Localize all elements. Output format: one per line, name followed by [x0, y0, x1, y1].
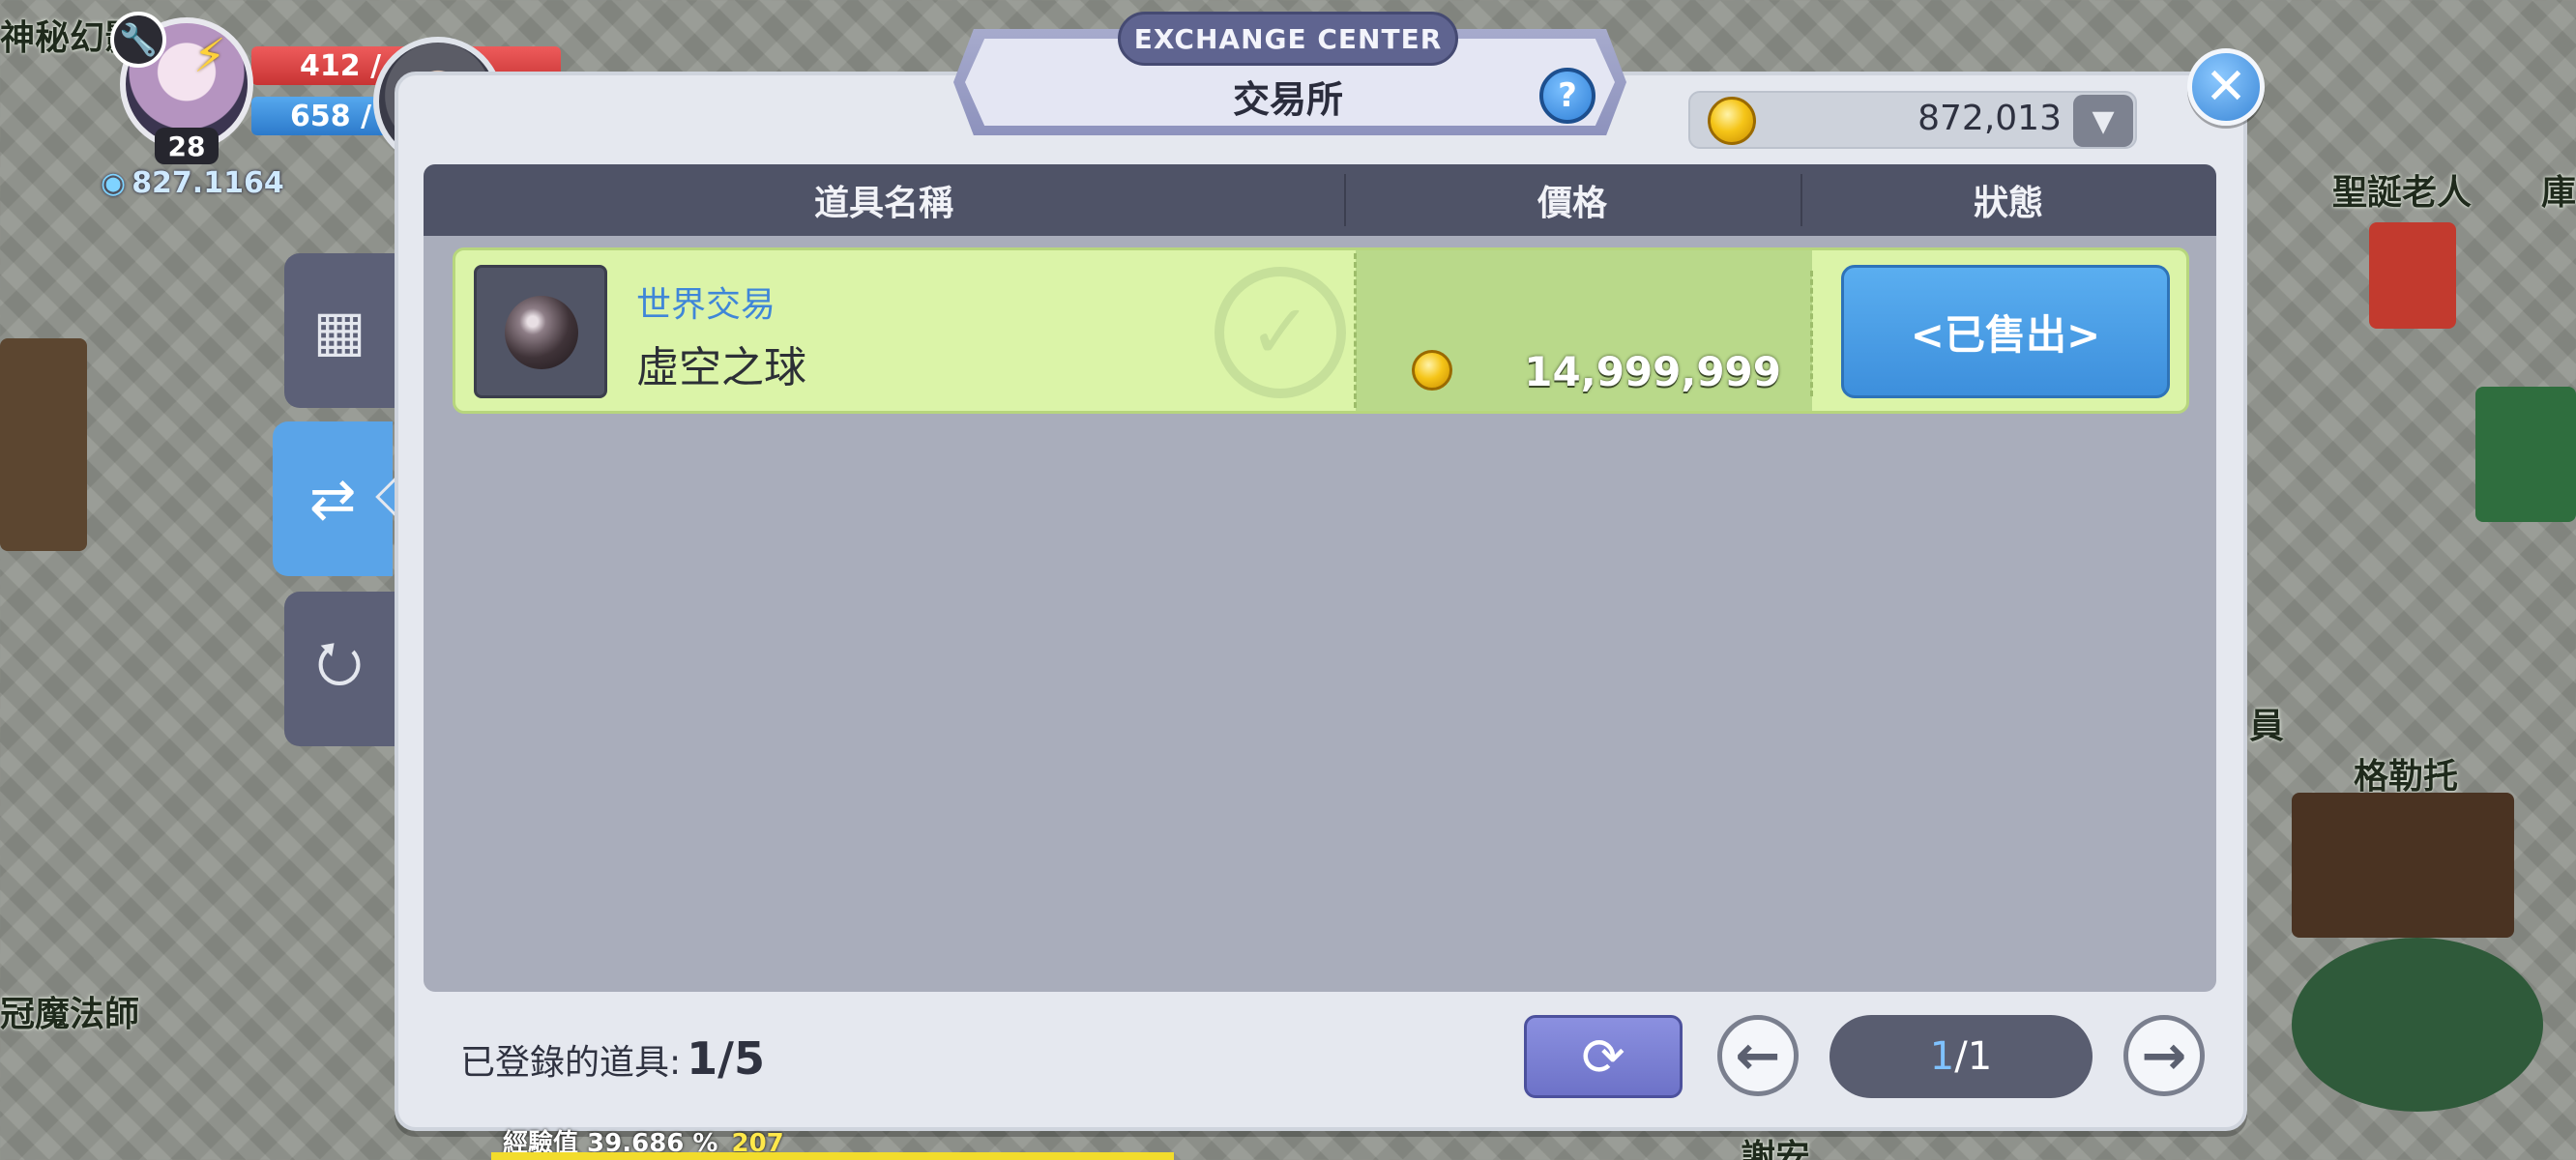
gold-coin-icon: [1412, 350, 1452, 391]
page-indicator: 1/1: [1830, 1015, 2093, 1098]
treasure-chest: [2292, 793, 2514, 938]
checkmark-badge-icon: ✓: [1215, 267, 1346, 398]
help-button[interactable]: ?: [1539, 68, 1595, 124]
money-bag-icon: ⭮: [315, 628, 364, 695]
close-button[interactable]: ✕: [2187, 48, 2265, 126]
status-sold-button[interactable]: <已售出>: [1841, 265, 2170, 398]
page-current: 1: [1929, 1034, 1955, 1079]
npc-label-right-edge: 庫: [2541, 173, 2576, 213]
exp-bar: [491, 1152, 1174, 1160]
npc-label-mage: 冠魔法師: [0, 995, 140, 1034]
refresh-button[interactable]: ⟳: [1524, 1015, 1683, 1098]
ingots-icon: ▦: [312, 298, 366, 363]
gift-pile: [2475, 387, 2576, 522]
gold-amount: 872,013: [1917, 99, 2062, 138]
page-total: /1: [1954, 1034, 1993, 1079]
location-readout: ◉ 827.1164: [101, 166, 284, 200]
location-pin-icon: ◉: [101, 166, 127, 200]
panel-subtitle: EXCHANGE CENTER: [1118, 12, 1458, 66]
cell-divider: [1810, 271, 1813, 396]
tab-trade[interactable]: ⇄: [273, 421, 393, 576]
registered-items: 已登錄的道具: 1/5: [460, 1032, 765, 1085]
cell-divider: [1354, 253, 1357, 408]
column-header-price: 價格: [1537, 184, 1607, 223]
table-header: 道具名稱 價格 狀態: [424, 164, 2216, 236]
coords-value: 827.1164: [132, 166, 284, 200]
next-page-button[interactable]: →: [2123, 1015, 2205, 1096]
wrench-icon[interactable]: 🔧: [110, 12, 166, 68]
page-title: 交易所: [1232, 78, 1343, 121]
registered-label: 已登錄的道具:: [460, 1043, 682, 1083]
column-header-status: 狀態: [1973, 184, 2043, 223]
column-header-name: 道具名稱: [813, 184, 953, 223]
npc-label-santa[interactable]: 聖誕老人: [2332, 164, 2472, 215]
void-orb-icon: [505, 296, 578, 369]
item-exchange-icon: ⇄: [308, 466, 357, 532]
santa-sprite[interactable]: [2369, 222, 2456, 329]
wooden-stall: [0, 338, 87, 551]
gold-coin-icon: [1708, 97, 1756, 145]
prev-page-button[interactable]: ←: [1717, 1015, 1799, 1096]
npc-label-clerk: 員: [2249, 707, 2285, 746]
item-name: 虛空之球: [636, 343, 806, 392]
tab-materials[interactable]: ▦: [284, 253, 395, 408]
item-category: 世界交易: [636, 285, 776, 325]
snowy-tree: [2292, 938, 2543, 1112]
player-level: 28: [155, 128, 219, 164]
npc-label-bottom: 謝安: [1741, 1138, 1811, 1160]
registered-count: 1/5: [687, 1032, 765, 1085]
currency-dropdown-button[interactable]: ▼: [2073, 95, 2133, 147]
lightning-icon: ⚡: [193, 29, 226, 83]
item-price: 14,999,999: [1524, 348, 1781, 395]
npc-label-gletto[interactable]: 格勒托: [2354, 748, 2458, 798]
tab-collect[interactable]: ⭮: [284, 592, 395, 746]
